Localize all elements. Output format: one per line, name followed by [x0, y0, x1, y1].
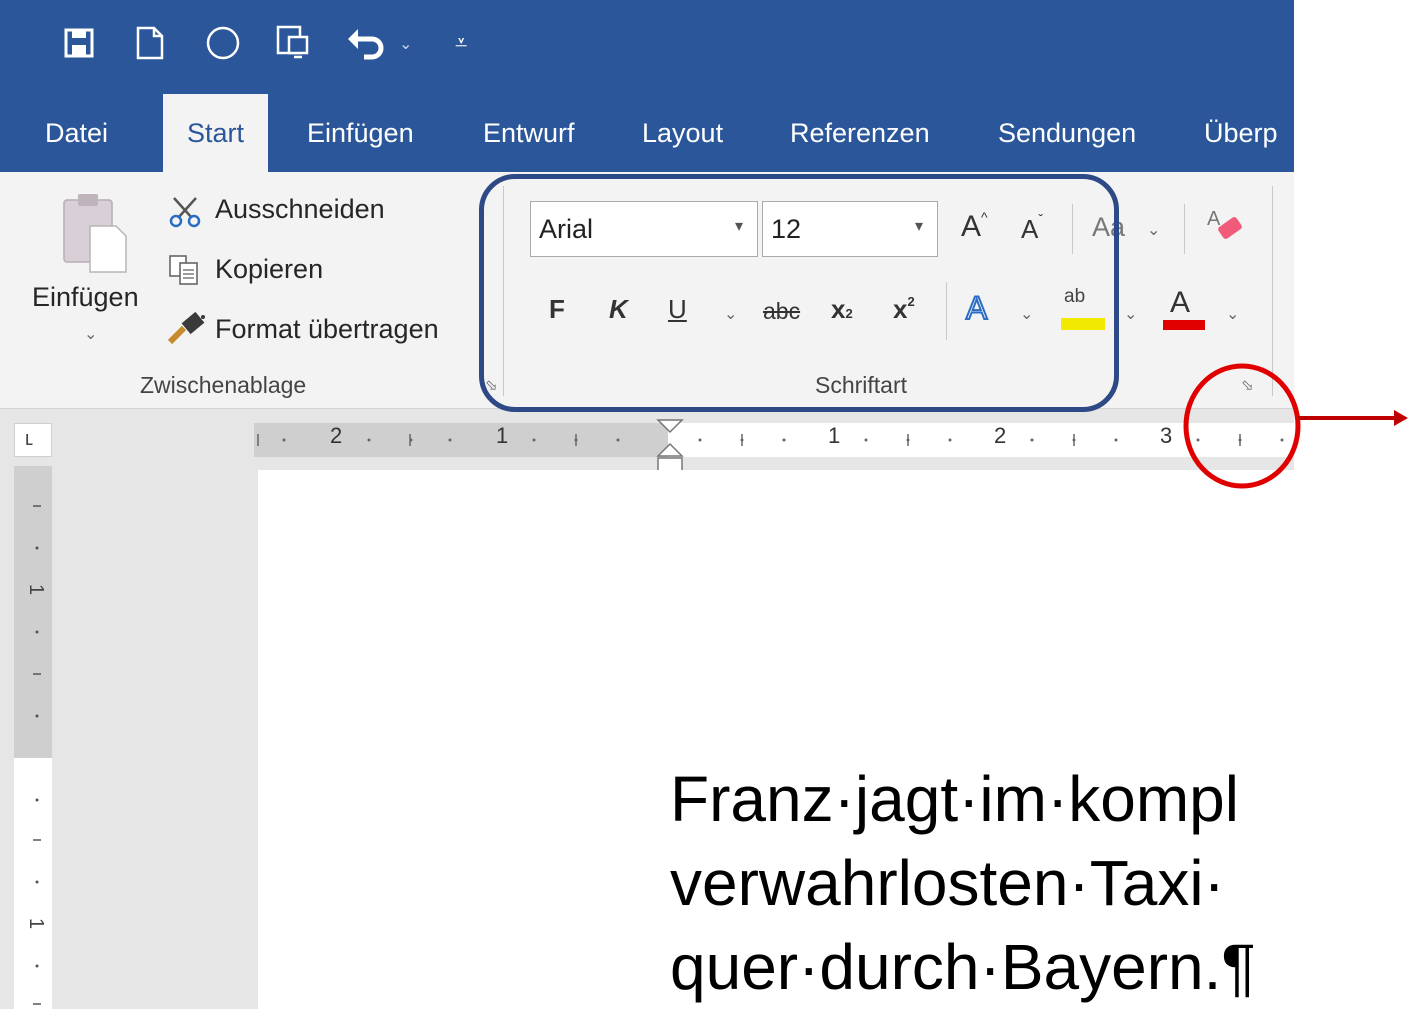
- undo-icon[interactable]: [346, 25, 386, 61]
- document-line[interactable]: quer·durch·Bayern.¶: [670, 930, 1256, 1004]
- touch-mode-icon[interactable]: [276, 25, 310, 61]
- ruler-ticks: [257, 434, 1284, 446]
- font-group-highlight-box: [479, 174, 1119, 412]
- format-painter-icon: [168, 312, 205, 344]
- copy-button[interactable]: Kopieren: [215, 254, 323, 285]
- word-window: ⌄ ⩡ Datei Start Einfügen Entwurf Layout …: [0, 0, 1294, 1009]
- document-line[interactable]: verwahrlosten·Taxi·: [670, 846, 1225, 920]
- quick-access-toolbar: ⌄ ⩡: [0, 0, 1294, 94]
- highlight-dropdown-icon[interactable]: ⌄: [1124, 304, 1137, 324]
- indent-marker-icon[interactable]: [656, 418, 684, 478]
- ruler-number: 1: [25, 583, 48, 596]
- save-icon[interactable]: [64, 28, 94, 58]
- circle-icon[interactable]: [205, 25, 241, 61]
- horizontal-ruler[interactable]: 2 1 1 2 3: [254, 423, 1294, 457]
- new-document-icon[interactable]: [136, 26, 164, 60]
- cut-button[interactable]: Ausschneiden: [215, 194, 385, 225]
- format-painter-button[interactable]: Format übertragen: [215, 314, 439, 345]
- tab-stop-left-icon: ʟ: [25, 428, 34, 450]
- font-color-dropdown-icon[interactable]: ⌄: [1226, 304, 1239, 324]
- font-color-button[interactable]: A: [1170, 286, 1190, 320]
- ruler-number: 1: [25, 917, 48, 930]
- tab-referenzen[interactable]: Referenzen: [790, 94, 930, 172]
- tab-selector[interactable]: ʟ: [14, 423, 52, 457]
- document-line[interactable]: Franz·jagt·im·kompl: [670, 762, 1239, 836]
- tab-einfuegen[interactable]: Einfügen: [307, 94, 414, 172]
- clear-formatting-icon[interactable]: A: [1205, 205, 1251, 249]
- paste-dropdown-icon[interactable]: ⌄: [84, 324, 97, 344]
- undo-dropdown-icon[interactable]: ⌄: [399, 34, 412, 54]
- tab-datei[interactable]: Datei: [45, 94, 108, 172]
- tab-start[interactable]: Start: [163, 94, 269, 172]
- clipboard-group-label: Zwischenablage: [140, 372, 307, 398]
- font-color-bar: [1163, 320, 1205, 330]
- paste-button[interactable]: Einfügen: [32, 282, 139, 313]
- copy-icon: [169, 255, 198, 285]
- separator: [1184, 204, 1185, 254]
- tab-layout[interactable]: Layout: [642, 94, 723, 172]
- tab-ueberpruefen[interactable]: Überp: [1204, 94, 1278, 172]
- tab-entwurf[interactable]: Entwurf: [483, 94, 575, 172]
- paste-icon[interactable]: [60, 192, 132, 274]
- tab-sendungen[interactable]: Sendungen: [998, 94, 1136, 172]
- document-page[interactable]: Franz·jagt·im·kompl verwahrlosten·Taxi· …: [258, 470, 1294, 1009]
- customize-qat-icon[interactable]: ⩡: [455, 30, 467, 56]
- scissors-icon: [169, 197, 201, 228]
- change-case-dropdown-icon[interactable]: ⌄: [1147, 220, 1160, 240]
- ribbon-tabs: Datei Start Einfügen Entwurf Layout Refe…: [0, 94, 1294, 172]
- dialog-launcher-annotation: [1183, 363, 1408, 489]
- vertical-ruler[interactable]: 1 1: [14, 466, 52, 1009]
- svg-text:A: A: [1207, 208, 1221, 230]
